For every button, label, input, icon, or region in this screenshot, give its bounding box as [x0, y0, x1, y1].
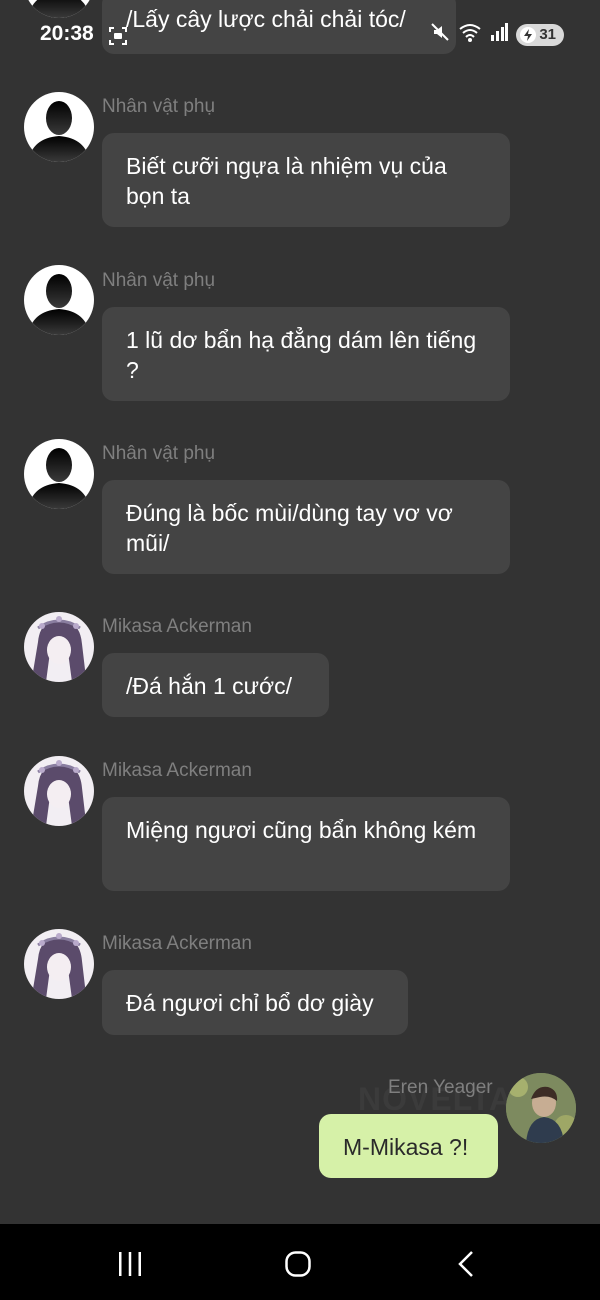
message-text: Đúng là bốc mùi/dùng tay vơ vơ mũi/ — [126, 500, 453, 556]
message-bubble[interactable]: 1 lũ dơ bẩn hạ đẳng dám lên tiếng ? — [102, 307, 510, 401]
eren-avatar[interactable] — [506, 1073, 576, 1143]
navigation-bar — [0, 1224, 600, 1300]
silhouette-avatar[interactable] — [24, 0, 94, 18]
battery-charging-icon: 31 — [516, 23, 564, 46]
message-bubble[interactable]: Biết cưỡi ngựa là nhiệm vụ của bọn ta — [102, 133, 510, 227]
message-text: Đá ngươi chỉ bổ dơ giày — [126, 990, 374, 1016]
message-text: 1 lũ dơ bẩn hạ đẳng dám lên tiếng ? — [126, 327, 477, 383]
mikasa-avatar[interactable] — [24, 756, 94, 826]
sender-name: Nhân vật phụ — [102, 270, 216, 291]
message-text: Miệng ngươi cũng bẩn không kém — [126, 817, 477, 843]
signal-icon — [490, 23, 509, 46]
screenshot-icon — [108, 26, 128, 51]
status-time: 20:38 — [40, 22, 94, 45]
silhouette-avatar[interactable] — [24, 92, 94, 162]
status-icons: 31 — [430, 22, 564, 47]
sender-name: Mikasa Ackerman — [102, 933, 252, 954]
mikasa-avatar[interactable] — [24, 612, 94, 682]
home-icon[interactable] — [276, 1242, 320, 1286]
mute-icon — [430, 22, 450, 47]
sender-name: Nhân vật phụ — [102, 96, 216, 117]
silhouette-avatar[interactable] — [24, 265, 94, 335]
message-text: Biết cưỡi ngựa là nhiệm vụ của bọn ta — [126, 153, 447, 209]
back-icon[interactable] — [444, 1242, 488, 1286]
message-bubble[interactable]: /Lấy cây lược chải chải tóc/ — [102, 0, 456, 54]
recent-apps-icon[interactable] — [108, 1242, 152, 1286]
sender-name: Mikasa Ackerman — [102, 616, 252, 637]
message-bubble[interactable]: /Đá hắn 1 cước/ — [102, 653, 329, 717]
message-bubble[interactable]: Đúng là bốc mùi/dùng tay vơ vơ mũi/ — [102, 480, 510, 574]
message-bubble[interactable]: M-Mikasa ?! — [319, 1114, 498, 1178]
message-text: M-Mikasa ?! — [343, 1134, 469, 1160]
message-bubble[interactable]: Miệng ngươi cũng bẩn không kém — [102, 797, 510, 891]
message-bubble[interactable]: Đá ngươi chỉ bổ dơ giày — [102, 970, 408, 1035]
sender-name: Eren Yeager — [388, 1077, 493, 1098]
message-text: /Lấy cây lược chải chải tóc/ — [126, 6, 406, 32]
mikasa-avatar[interactable] — [24, 929, 94, 999]
silhouette-avatar[interactable] — [24, 439, 94, 509]
message-text: /Đá hắn 1 cước/ — [126, 673, 292, 699]
chat-screen: /Lấy cây lược chải chải tóc/ 20:38 31 Nh… — [0, 0, 600, 1300]
wifi-icon — [458, 22, 482, 47]
battery-level: 31 — [539, 26, 556, 43]
sender-name: Nhân vật phụ — [102, 443, 216, 464]
sender-name: Mikasa Ackerman — [102, 760, 252, 781]
